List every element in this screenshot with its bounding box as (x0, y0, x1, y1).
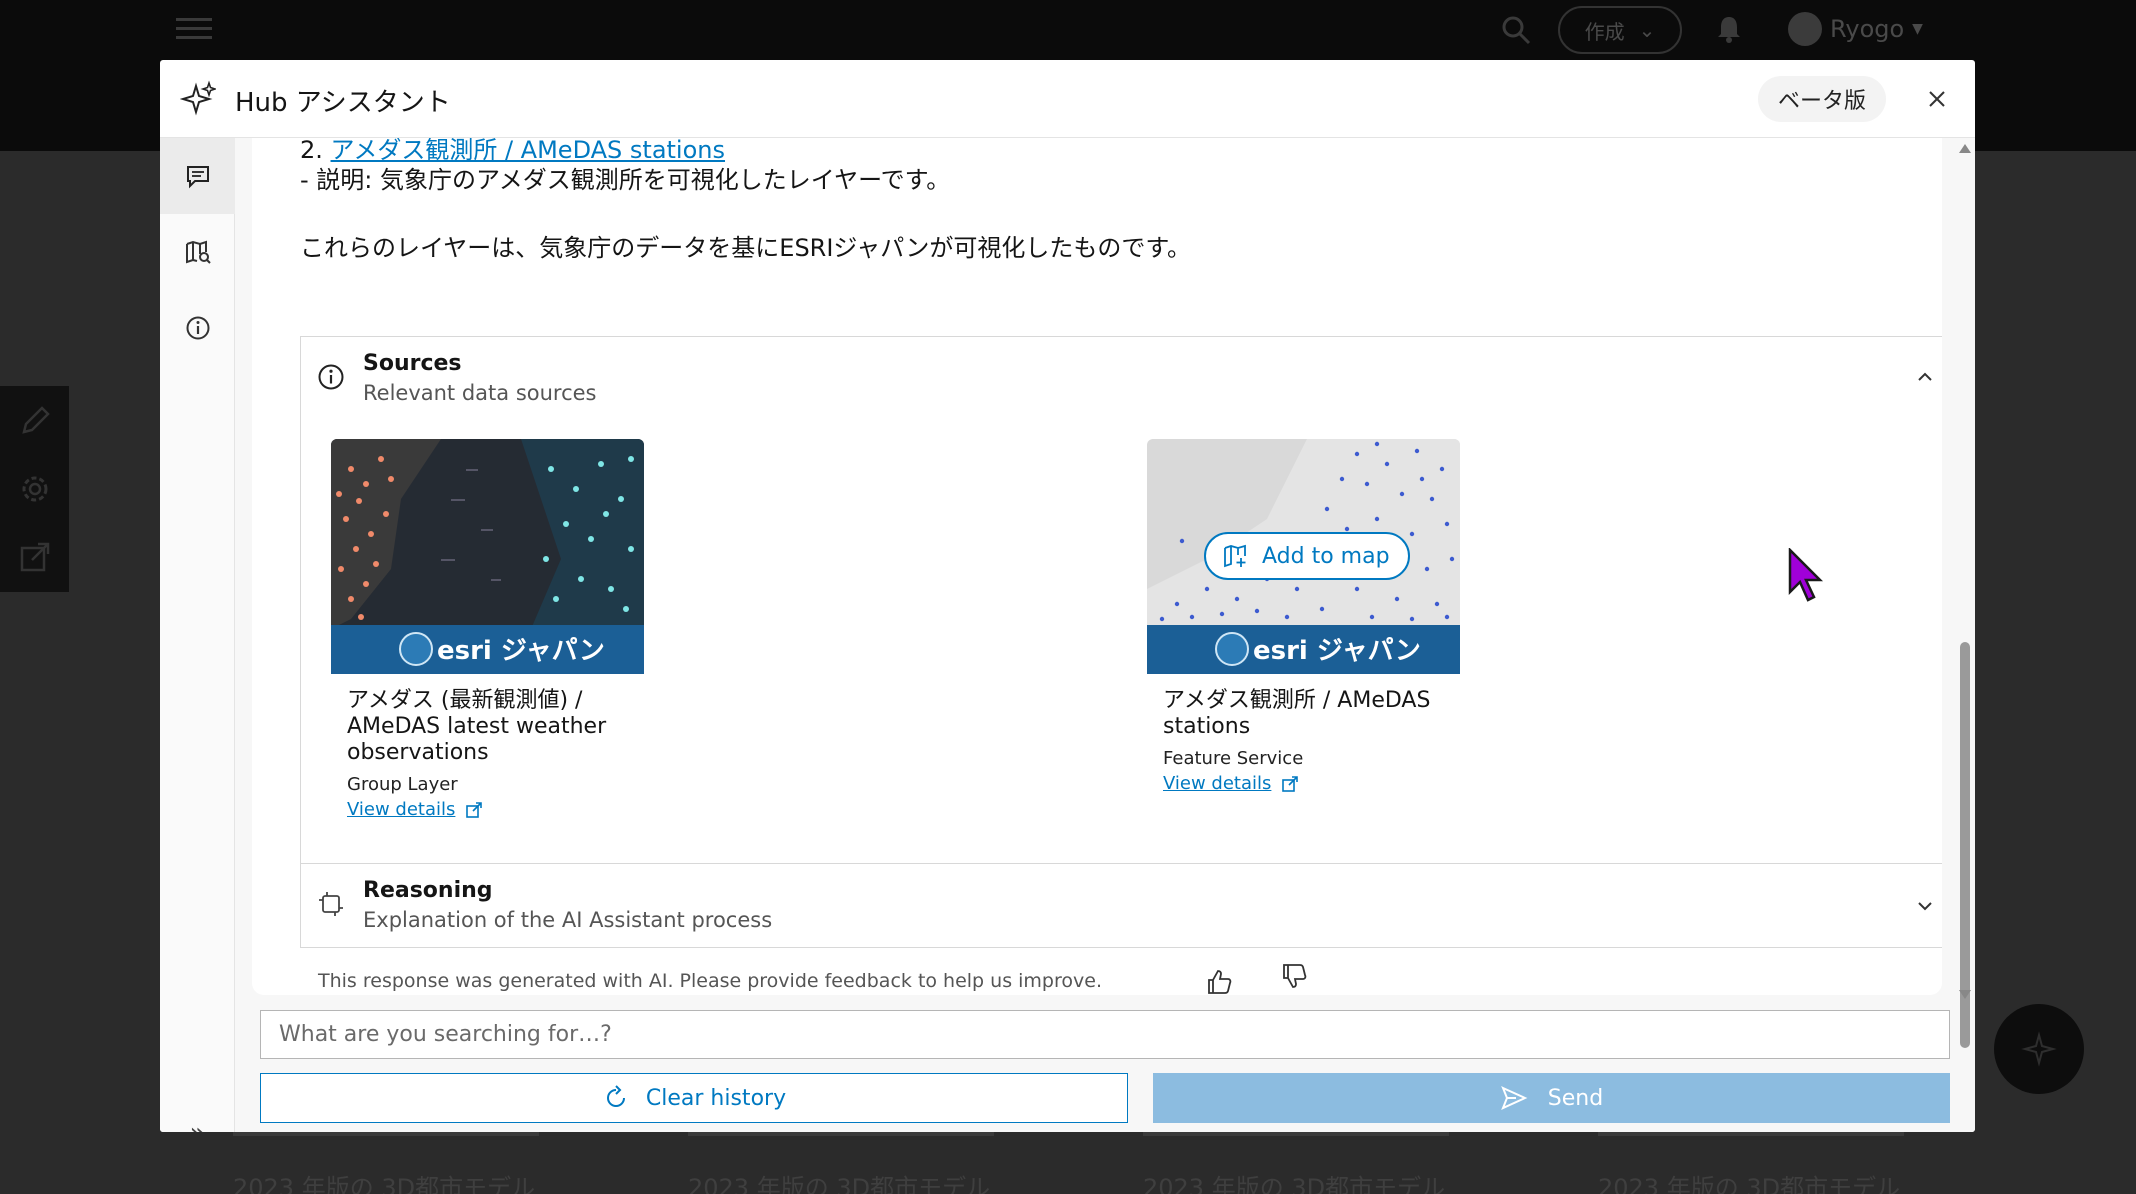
map-search-icon (185, 240, 211, 264)
send-label: Send (1547, 1085, 1604, 1111)
left-rail: » (160, 138, 235, 1132)
scroll-down-arrow[interactable] (1959, 990, 1971, 999)
view-details-label: View details (1163, 773, 1272, 794)
source-card[interactable]: esri ジャパン Add to map アメダス観測所 / AMeDAS st… (1147, 439, 1463, 794)
sources-section: Sources Relevant data sources esri ジャパン … (300, 336, 1942, 864)
refresh-icon (606, 1085, 625, 1107)
search-icon[interactable] (1500, 14, 1532, 46)
chevron-down-icon[interactable] (1915, 896, 1935, 916)
esri-banner-text: esri ジャパン (437, 636, 605, 666)
sources-title: Sources (363, 351, 462, 376)
add-to-map-label: Add to map (1262, 543, 1390, 569)
send-button[interactable]: Send (1153, 1073, 1950, 1123)
sources-subtitle: Relevant data sources (363, 381, 597, 405)
assistant-response: 2. アメダス観測所 / AMeDAS stations - 説明: 気象庁のア… (252, 138, 1942, 995)
assistant-dialog: Hub アシスタント ベータ版 » 2. アメダス観測所 / AMeDAS st… (160, 60, 1975, 1132)
side-toolbar (0, 386, 69, 592)
rail-map-button[interactable] (160, 214, 235, 290)
add-to-map-button[interactable]: Add to map (1204, 532, 1410, 580)
scroll-up-arrow[interactable] (1959, 144, 1971, 153)
layer-name: アメダス (最新観測値) / AMeDAS latest weather obs… (347, 688, 607, 765)
chevron-down-icon: ⌄ (1638, 18, 1656, 42)
chat-icon (186, 166, 209, 189)
dialog-title: Hub アシスタント (235, 88, 451, 118)
user-menu[interactable]: Ryogo ▼ (1788, 12, 1923, 46)
layer-type: Feature Service (1163, 748, 1304, 769)
chevron-up-icon[interactable] (1915, 367, 1935, 387)
bg-card-title[interactable]: 2023 年版の 3D都市モデル (1598, 1168, 1918, 1194)
bg-card-title[interactable]: 2023 年版の 3D都市モデル (1143, 1168, 1463, 1194)
layer-type: Group Layer (347, 774, 458, 795)
sparkle-icon (2021, 1031, 2057, 1067)
double-chevron-right-icon[interactable]: » (160, 1108, 235, 1132)
content-area: 2. アメダス観測所 / AMeDAS stations - 説明: 気象庁のア… (235, 138, 1975, 1132)
external-link-icon (1282, 775, 1299, 792)
rail-info-button[interactable] (160, 290, 235, 366)
reasoning-subtitle: Explanation of the AI Assistant process (363, 908, 773, 932)
assistant-fab[interactable] (1994, 1004, 2084, 1094)
process-icon (319, 892, 343, 916)
add-to-map-icon (1224, 544, 1246, 568)
beta-badge: ベータ版 (1758, 76, 1887, 122)
share-icon[interactable] (18, 540, 52, 574)
layer-name: アメダス観測所 / AMeDAS stations (1163, 688, 1431, 739)
clear-history-label: Clear history (645, 1085, 787, 1111)
view-details-link[interactable]: View details (347, 799, 647, 820)
scroll-thumb[interactable] (1960, 642, 1970, 1048)
search-input[interactable] (260, 1010, 1950, 1059)
summary-text: これらのレイヤーは、気象庁のデータを基にESRIジャパンが可視化したものです。 (300, 234, 1192, 262)
create-button[interactable]: 作成 ⌄ (1558, 6, 1682, 54)
bg-card-title[interactable]: 2023 年版の 3D都市モデル (233, 1168, 553, 1194)
clear-history-button[interactable]: Clear history (260, 1073, 1128, 1123)
esri-banner-text: esri ジャパン (1253, 636, 1421, 666)
thumbs-up-icon[interactable] (1205, 968, 1233, 995)
pencil-icon[interactable] (18, 404, 52, 438)
scrollbar[interactable] (1955, 138, 1975, 1048)
sparkle-icon (180, 80, 216, 116)
user-name: Ryogo (1830, 15, 1905, 43)
external-link-icon (466, 801, 483, 818)
avatar (1788, 12, 1822, 46)
mouse-cursor-icon (1788, 548, 1824, 602)
view-details-link[interactable]: View details (1163, 773, 1463, 794)
item-description: - 説明: 気象庁のアメダス観測所を可視化したレイヤーです。 (300, 166, 951, 194)
reasoning-section[interactable]: Reasoning Explanation of the AI Assistan… (300, 864, 1942, 948)
create-label: 作成 (1584, 19, 1625, 44)
caret-down-icon: ▼ (1912, 21, 1923, 37)
bell-icon[interactable] (1714, 14, 1744, 44)
layer-thumbnail: esri ジャパン (331, 439, 644, 674)
close-icon[interactable] (1926, 88, 1948, 110)
bg-card-title[interactable]: 2023 年版の 3D都市モデル (688, 1168, 1008, 1194)
view-details-label: View details (347, 799, 456, 820)
info-icon (318, 364, 344, 390)
source-card[interactable]: esri ジャパン アメダス (最新観測値) / AMeDAS latest w… (331, 439, 647, 820)
layer-thumbnail: esri ジャパン Add to map (1147, 439, 1460, 674)
dialog-header: Hub アシスタント ベータ版 (160, 60, 1975, 138)
menu-icon[interactable] (176, 12, 212, 42)
thumbs-down-icon[interactable] (1280, 962, 1308, 990)
reasoning-title: Reasoning (363, 878, 493, 903)
rail-chat-button[interactable] (160, 138, 235, 214)
weather-map-thumbnail: esri ジャパン (331, 439, 644, 674)
ai-disclaimer: This response was generated with AI. Ple… (318, 970, 1102, 992)
info-icon (186, 316, 209, 340)
send-icon (1500, 1086, 1528, 1110)
gear-icon[interactable] (18, 472, 52, 506)
